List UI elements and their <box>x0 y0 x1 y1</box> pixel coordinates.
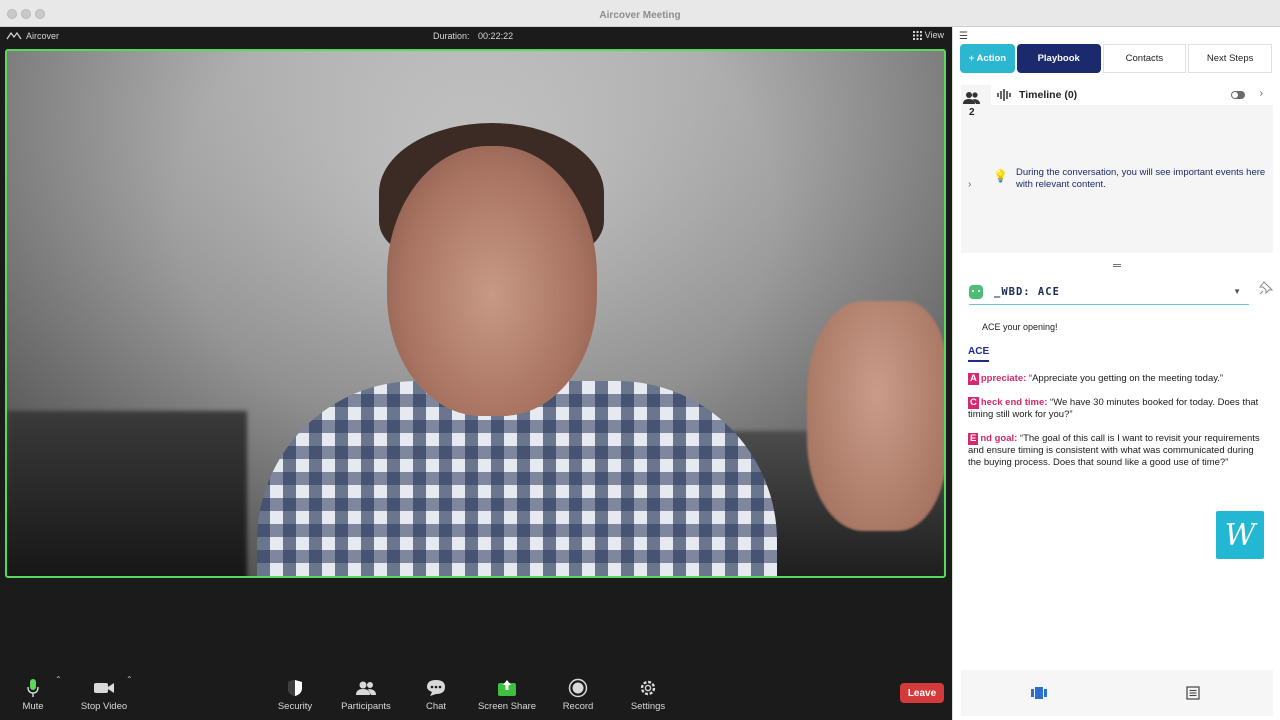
dropdown-caret-icon: ▼ <box>1233 287 1241 296</box>
lightbulb-icon: 💡 <box>993 169 1008 183</box>
leave-button[interactable]: Leave <box>900 683 944 703</box>
duration-readout: Duration: 00:22:22 <box>433 31 513 41</box>
chat-button[interactable]: Chat <box>401 677 471 712</box>
record-icon <box>543 677 613 699</box>
participant-hand <box>807 301 944 531</box>
security-label: Security <box>277 701 313 712</box>
resize-handle[interactable] <box>1113 264 1121 267</box>
meeting-toolbar: Mute ⌃ Stop Video ⌃ Security Participant… <box>0 671 952 720</box>
robot-icon <box>969 284 983 299</box>
aircover-brand: Aircover <box>6 31 59 41</box>
expand-chevron-icon[interactable]: › <box>968 179 971 190</box>
playbook-intro: ACE your opening! <box>982 322 1058 332</box>
window-title: Aircover Meeting <box>599 10 681 21</box>
tab-next-steps[interactable]: Next Steps <box>1188 44 1272 73</box>
zoom-window: Aircover Meeting Aircover Duration: 00:2… <box>0 0 1280 720</box>
list-view-icon[interactable] <box>1183 684 1203 702</box>
duration-label: Duration: <box>433 31 470 41</box>
screen-share-button[interactable]: Screen Share <box>472 677 542 712</box>
chat-bubble-icon <box>401 677 471 699</box>
record-label: Record <box>562 701 594 712</box>
meeting-top-strip: Aircover Duration: 00:22:22 View <box>0 27 952 47</box>
playbook-item-check-end-time: Check end time: “We have 30 minutes book… <box>968 397 1268 421</box>
item-key: nd goal: <box>980 433 1018 444</box>
participant-face <box>387 146 597 416</box>
view-button[interactable]: View <box>912 30 944 40</box>
item-letter: A <box>968 373 979 385</box>
aircover-logo-icon <box>6 32 22 40</box>
aircover-side-panel: ☰ + Action Playbook Contacts Next Steps … <box>952 27 1280 720</box>
screen-share-label: Screen Share <box>477 701 537 712</box>
item-letter: E <box>968 433 979 445</box>
playbook-selector[interactable]: _WBD: ACE ▼ <box>969 279 1249 305</box>
playbook-item-appreciate: Appreciate: “Appreciate you getting on t… <box>968 373 1268 385</box>
add-action-button[interactable]: + Action <box>960 44 1015 73</box>
gear-icon <box>613 677 683 699</box>
participants-label: Participants <box>341 701 391 712</box>
participants-icon <box>331 677 401 699</box>
participants-icon[interactable] <box>963 91 981 105</box>
settings-button[interactable]: Settings <box>613 677 683 712</box>
screen-share-icon <box>472 677 542 699</box>
playbook-section-title: ACE <box>968 346 990 362</box>
chat-label: Chat <box>425 701 447 712</box>
participants-count: 2 <box>969 107 975 118</box>
stop-video-label: Stop Video <box>80 701 128 712</box>
participant-video[interactable] <box>5 49 946 578</box>
duration-value: 00:22:22 <box>478 31 514 41</box>
hamburger-menu-icon[interactable]: ☰ <box>959 31 968 42</box>
playbook-item-end-goal: End goal: “The goal of this call is I wa… <box>968 433 1268 469</box>
panel-footer <box>961 670 1273 716</box>
video-options-chevron-icon[interactable]: ⌃ <box>126 675 133 684</box>
shield-icon <box>260 677 330 699</box>
participants-rail: 2 › <box>961 85 985 253</box>
timeline-hint: 💡 During the conversation, you will see … <box>993 167 1268 191</box>
tab-contacts[interactable]: Contacts <box>1102 44 1187 73</box>
security-button[interactable]: Security <box>260 677 330 712</box>
item-key: heck end time: <box>980 397 1048 408</box>
timeline-toggle[interactable] <box>1231 91 1245 99</box>
participants-button[interactable]: Participants <box>331 677 401 712</box>
audio-waveform-icon <box>997 89 1011 101</box>
playbook-name: _WBD: ACE <box>994 285 1060 298</box>
brand-name: Aircover <box>26 31 60 41</box>
timeline-hint-text: During the conversation, you will see im… <box>1015 167 1266 190</box>
tab-playbook[interactable]: Playbook <box>1016 44 1101 73</box>
brand-logo-w: W <box>1216 511 1264 559</box>
chevron-right-icon[interactable]: › <box>1260 88 1263 99</box>
item-key: ppreciate: <box>980 373 1027 384</box>
timeline-title: Timeline (0) <box>1019 89 1078 101</box>
meeting-area: Aircover Duration: 00:22:22 View Mute ⌃ … <box>0 27 952 720</box>
mute-label: Mute <box>22 701 44 712</box>
panel-tabs: + Action Playbook Contacts Next Steps <box>960 44 1272 73</box>
cards-view-icon[interactable] <box>1029 684 1049 702</box>
item-letter: C <box>968 397 979 409</box>
record-button[interactable]: Record <box>543 677 613 712</box>
item-text: “Appreciate you getting on the meeting t… <box>1026 373 1224 384</box>
view-label: View <box>924 30 944 40</box>
timeline-section: 2 › Timeline (0) › 💡 During the conversa… <box>961 85 1273 253</box>
settings-label: Settings <box>630 701 666 712</box>
video-background-left <box>7 411 247 576</box>
playbook-items: Appreciate: “Appreciate you getting on t… <box>968 373 1268 481</box>
audio-options-chevron-icon[interactable]: ⌃ <box>55 675 62 684</box>
pin-icon[interactable] <box>1259 281 1273 295</box>
title-bar: Aircover Meeting <box>0 0 1280 27</box>
playbook-section: _WBD: ACE ▼ ACE your opening! ACE Apprec… <box>961 273 1273 693</box>
timeline-header[interactable]: Timeline (0) › <box>991 85 1273 105</box>
grid-icon <box>912 30 922 40</box>
